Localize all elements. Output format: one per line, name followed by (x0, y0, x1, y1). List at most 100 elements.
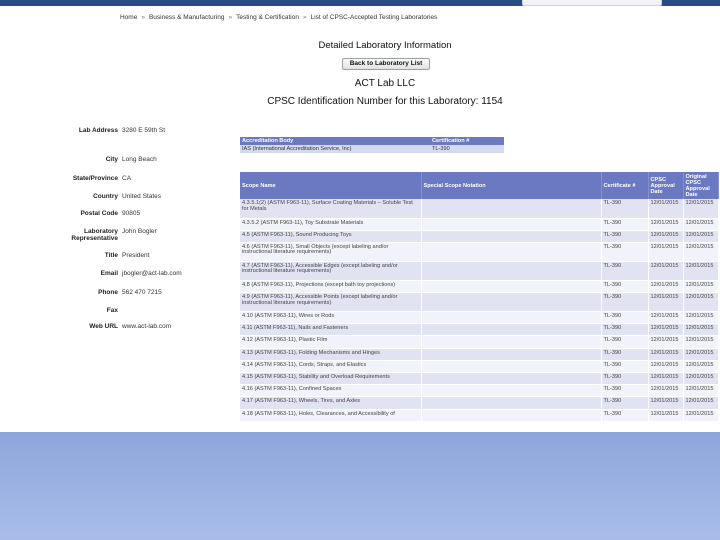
certificate-cell: TL-390 (601, 311, 649, 325)
table-header-row: Accreditation Body Certification # (240, 137, 504, 145)
scope-name-cell[interactable]: 4.8 (ASTM F963-11), Projections (except … (240, 280, 422, 294)
special-notation-cell (421, 242, 602, 262)
special-notation-cell (421, 348, 602, 361)
original-approval-date-cell: 12/01/2015 (683, 372, 719, 386)
info-label: Lab Address (78, 127, 118, 134)
column-header: Special Scope Notation (421, 172, 602, 199)
info-value: President (122, 252, 150, 259)
scope-name-cell[interactable]: 4.10 (ASTM F963-11), Wires or Rods (240, 311, 422, 325)
special-notation-cell (421, 292, 602, 313)
breadcrumb-separator: » (228, 14, 233, 21)
approval-date-cell: 12/01/2015 (648, 384, 684, 398)
approval-date-cell: 12/01/2015 (648, 335, 684, 349)
breadcrumb-current-page: List of CPSC-Accepted Testing Laboratori… (310, 14, 438, 21)
scope-name-cell[interactable]: 4.14 (ASTM F963-11), Cords, Straps, and … (240, 360, 422, 374)
certificate-cell: TL-390 (601, 280, 649, 294)
column-header: Scope Name (240, 172, 422, 199)
approval-date-cell: 12/01/2015 (648, 311, 684, 325)
table-row: IAS (International Accreditation Service… (240, 145, 504, 154)
certificate-cell: TL-390 (601, 199, 649, 219)
info-value: CA (122, 175, 132, 182)
website-link[interactable]: www.act-lab.com (122, 323, 171, 330)
email-link[interactable]: jbogler@act-lab.com (122, 270, 182, 277)
special-notation-cell (421, 230, 602, 243)
special-notation-cell (421, 261, 602, 281)
table-row: 4.6 (ASTM F963-11), Small Objects (excep… (240, 242, 719, 262)
table-row: 4.18 (ASTM F963-11), Holes, Clearances, … (240, 409, 719, 422)
special-notation-cell (421, 372, 602, 386)
certificate-cell: TL-390 (601, 335, 649, 349)
scope-name-cell[interactable]: 4.18 (ASTM F963-11), Holes, Clearances, … (240, 409, 422, 422)
original-approval-date-cell: 12/01/2015 (683, 292, 719, 313)
table-row: 4.17 (ASTM F963-11), Wheels, Tires, and … (240, 396, 719, 410)
breadcrumb-separator: » (141, 14, 145, 21)
certificate-cell: TL-390 (601, 360, 649, 374)
certificate-cell: TL-390 (601, 242, 649, 262)
scope-name-cell[interactable]: 4.17 (ASTM F963-11), Wheels, Tires, and … (240, 396, 422, 410)
info-label: Email (100, 270, 118, 277)
table-row: 4.14 (ASTM F963-11), Cords, Straps, and … (240, 360, 719, 374)
breadcrumb-testing-certification[interactable]: Testing & Certification (236, 14, 299, 21)
scope-name-cell[interactable]: 4.7 (ASTM F963-11), Accessible Edges (ex… (240, 261, 422, 281)
certificate-cell: TL-390 (601, 218, 649, 231)
special-notation-cell (421, 409, 602, 422)
info-label: Country (93, 193, 118, 200)
info-label: Title (104, 252, 118, 259)
scope-name-cell[interactable]: 4.3.5.1(2) (ASTM F963-11), Surface Coati… (240, 199, 422, 219)
original-approval-date-cell: 12/01/2015 (683, 280, 719, 294)
certificate-cell: TL-390 (601, 409, 649, 422)
column-header: CPSC Approval Date (648, 172, 684, 199)
certificate-cell: TL-390 (601, 323, 649, 337)
table-row: 4.9 (ASTM F963-11), Accessible Points (e… (240, 292, 719, 313)
approval-date-cell: 12/01/2015 (648, 218, 684, 231)
back-to-list-button[interactable]: Back to Laboratory List (342, 58, 430, 70)
table-row: 4.3.5.2 (ASTM F963-11), Toy Substrate Ma… (240, 218, 719, 231)
info-label: Laboratory Representative (71, 228, 118, 242)
scope-name-cell[interactable]: 4.3.5.2 (ASTM F963-11), Toy Substrate Ma… (240, 218, 422, 231)
scope-name-cell[interactable]: 4.13 (ASTM F963-11), Folding Mechanisms … (240, 348, 422, 361)
special-notation-cell (421, 218, 602, 231)
original-approval-date-cell: 12/01/2015 (683, 409, 719, 422)
table-row: 4.12 (ASTM F963-11), Plastic Film TL-390 1… (240, 335, 719, 349)
scope-name-cell[interactable]: 4.16 (ASTM F963-11), Confined Spaces (240, 384, 422, 398)
approval-date-cell: 12/01/2015 (648, 292, 684, 313)
original-approval-date-cell: 12/01/2015 (683, 230, 719, 243)
certificate-cell: TL-390 (601, 396, 649, 410)
original-approval-date-cell: 12/01/2015 (683, 218, 719, 231)
breadcrumb-business-manufacturing[interactable]: Business & Manufacturing (149, 14, 225, 21)
info-label: Fax (106, 307, 118, 314)
original-approval-date-cell: 12/01/2015 (683, 360, 719, 374)
column-header: Certification # (430, 137, 504, 145)
info-label: State/Province (72, 175, 118, 182)
special-notation-cell (421, 396, 602, 410)
certificate-cell: TL-390 (601, 292, 649, 313)
special-notation-cell (421, 335, 602, 349)
scope-name-cell[interactable]: 4.15 (ASTM F963-11), Stability and Overl… (240, 372, 422, 386)
approval-date-cell: 12/01/2015 (648, 261, 684, 281)
approval-date-cell: 12/01/2015 (648, 360, 684, 374)
approval-date-cell: 12/01/2015 (648, 396, 684, 410)
search-input[interactable] (522, 0, 662, 6)
info-label: City (105, 156, 118, 163)
approval-date-cell: 12/01/2015 (648, 323, 684, 337)
column-header: Original CPSC Approval Date (683, 172, 719, 199)
accreditation-body-cell: IAS (International Accreditation Service… (240, 145, 430, 154)
original-approval-date-cell: 12/01/2015 (683, 199, 719, 219)
scope-table: Scope Name Special Scope Notation Certif… (240, 172, 719, 422)
info-value: 562 470 7215 (122, 289, 162, 296)
info-value: John Bogler (122, 228, 157, 235)
approval-date-cell: 12/01/2015 (648, 409, 684, 422)
breadcrumb-home[interactable]: Home (120, 14, 137, 21)
scope-name-cell[interactable]: 4.9 (ASTM F963-11), Accessible Points (e… (240, 292, 422, 313)
original-approval-date-cell: 12/01/2015 (683, 323, 719, 337)
certificate-cell: TL-390 (601, 230, 649, 243)
table-row: 4.11 (ASTM F963-11), Nails and Fasteners… (240, 323, 719, 337)
scope-name-cell[interactable]: 4.5 (ASTM F963-11), Sound Producing Toys (240, 230, 422, 243)
scope-name-cell[interactable]: 4.6 (ASTM F963-11), Small Objects (excep… (240, 242, 422, 262)
scope-name-cell[interactable]: 4.11 (ASTM F963-11), Nails and Fasteners (240, 323, 422, 337)
approval-date-cell: 12/01/2015 (648, 230, 684, 243)
scope-name-cell[interactable]: 4.12 (ASTM F963-11), Plastic Film (240, 335, 422, 349)
table-row: 4.13 (ASTM F963-11), Folding Mechanisms … (240, 348, 719, 361)
certificate-cell: TL-390 (601, 348, 649, 361)
special-notation-cell (421, 199, 602, 219)
